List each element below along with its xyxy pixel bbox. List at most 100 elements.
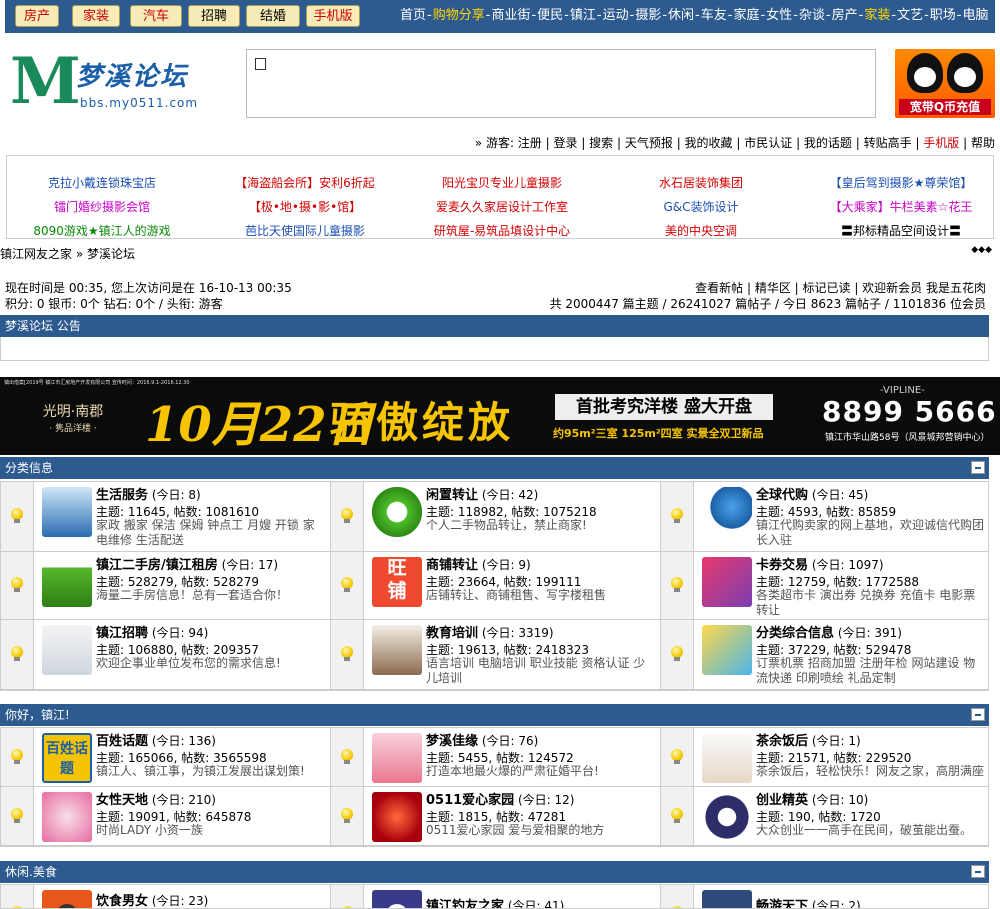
forum-name[interactable]: 畅游天下 (今日: 2) — [756, 895, 861, 908]
forum-title[interactable]: 教育培训 — [426, 626, 478, 641]
forum-name[interactable]: 生活服务 (今日: 8) — [96, 484, 201, 503]
nav-link[interactable]: 便民 — [537, 8, 563, 23]
top-button-wedding[interactable]: 结婚 — [246, 5, 300, 27]
nav-link[interactable]: 购物分享 — [433, 8, 485, 23]
nav-link[interactable]: 女性 — [766, 8, 792, 23]
nav-link[interactable]: 杂谈 — [799, 8, 825, 23]
ad-link[interactable]: 美的中央空调 — [603, 222, 799, 239]
forum-cell[interactable]: 生活服务 (今日: 8) 主题: 11645, 帖数: 1081610 家政 搬家 … — [34, 482, 330, 551]
forum-cell[interactable]: 女性天地 (今日: 210) 主题: 19091, 帖数: 645878 时尚LAD… — [34, 787, 330, 845]
user-link[interactable]: 注册 — [518, 136, 542, 150]
forum-cell[interactable]: 百姓话题 百姓话题 (今日: 136) 主题: 165066, 帖数: 356559… — [34, 728, 330, 786]
forum-cell[interactable]: 全球代购 (今日: 45) 主题: 4593, 帖数: 85859 镇江代购卖家的网… — [694, 482, 988, 551]
forum-cell[interactable]: 茶余饭后 (今日: 1) 主题: 21571, 帖数: 229520 茶余饭后，轻松… — [694, 728, 988, 786]
teacher-icon[interactable] — [372, 625, 422, 675]
info-box-icon[interactable] — [702, 625, 752, 675]
forum-name[interactable]: 闲置转让 (今日: 42) — [426, 484, 538, 503]
forum-cell[interactable]: 卡券交易 (今日: 1097) 主题: 12759, 帖数: 1772588 各类超… — [694, 552, 988, 619]
forum-name[interactable]: 教育培训 (今日: 3319) — [426, 622, 554, 641]
forum-name[interactable]: 镇江钓友之家 (今日: 41) — [426, 895, 564, 908]
nav-link[interactable]: 房产 — [832, 8, 858, 23]
forum-cell[interactable]: 饮食男女 (今日: 23) — [34, 885, 330, 908]
ad-link[interactable]: G&C装饰设计 — [603, 198, 799, 215]
nav-link[interactable]: 文艺 — [897, 8, 923, 23]
forum-name[interactable]: 镇江二手房/镇江租房 (今日: 17) — [96, 554, 278, 573]
ad-link[interactable]: 研筑屋-易筑品填设计中心 — [404, 222, 600, 239]
nav-link[interactable]: 休闲 — [668, 8, 694, 23]
forum-cell[interactable]: 镇江钓友之家 (今日: 41) — [364, 885, 660, 908]
top-button-car[interactable]: 汽车 — [130, 5, 182, 27]
ad-link[interactable]: 阳光宝贝专业儿童摄影 — [404, 174, 600, 191]
forum-title[interactable]: 梦溪佳缘 — [426, 734, 478, 749]
collapse-toggle-icon[interactable] — [971, 708, 985, 721]
forum-cell[interactable]: 教育培训 (今日: 3319) 主题: 19613, 帖数: 2418323 语言培… — [364, 620, 660, 689]
forum-name[interactable]: 全球代购 (今日: 45) — [756, 484, 868, 503]
site-logo[interactable]: M 梦溪论坛 bbs.my0511.com — [10, 50, 200, 118]
grass-house-icon[interactable] — [42, 557, 92, 607]
workers-icon[interactable] — [42, 487, 92, 537]
forum-cell[interactable]: 旺铺商铺转让 (今日: 9) 主题: 23664, 帖数: 199111 店铺转让、… — [364, 552, 660, 619]
forum-name[interactable]: 梦溪佳缘 (今日: 76) — [426, 730, 538, 749]
top-button-mobile[interactable]: 手机版 — [306, 5, 360, 27]
user-link[interactable]: 登录 — [553, 136, 577, 150]
forum-name[interactable]: 分类综合信息 (今日: 391) — [756, 622, 902, 641]
forum-title[interactable]: 百姓话题 — [96, 734, 148, 749]
nav-link[interactable]: 镇江 — [570, 8, 596, 23]
user-link[interactable]: 帮助 — [971, 136, 995, 150]
nav-link[interactable]: 家装 — [864, 8, 890, 23]
user-link[interactable]: 手机版 — [923, 136, 959, 150]
couple-icon[interactable] — [372, 733, 422, 783]
forum-title[interactable]: 畅游天下 — [756, 899, 808, 908]
forum-title[interactable]: 镇江招聘 — [96, 626, 148, 641]
forum-title[interactable]: 全球代购 — [756, 488, 808, 503]
ad-link[interactable]: 【皇后驾到摄影★尊荣馆】 — [803, 174, 999, 191]
nav-link[interactable]: 首页 — [400, 8, 426, 23]
ad-link[interactable]: 【极•地•摄•影•馆】 — [207, 198, 403, 215]
food-icon[interactable] — [42, 890, 92, 908]
talk-icon[interactable]: 百姓话题 — [42, 733, 92, 783]
shop-sign-icon[interactable]: 旺铺 — [372, 557, 422, 607]
nav-link[interactable]: 职场 — [930, 8, 956, 23]
nav-link[interactable]: 摄影 — [635, 8, 661, 23]
forum-cell[interactable]: 创业精英 (今日: 10) 主题: 190, 帖数: 1720 大众创业一一高手在民… — [694, 787, 988, 845]
user-link[interactable]: 市民认证 — [744, 136, 792, 150]
heart-icon[interactable] — [372, 792, 422, 842]
forum-title[interactable]: 饮食男女 — [96, 894, 148, 908]
coupon-icon[interactable] — [702, 557, 752, 607]
nav-link[interactable]: 车友 — [701, 8, 727, 23]
forum-name[interactable]: 百姓话题 (今日: 136) — [96, 730, 216, 749]
collapse-toggle-icon[interactable] — [971, 461, 985, 474]
user-link[interactable]: 转贴高手 — [864, 136, 912, 150]
forum-name[interactable]: 卡券交易 (今日: 1097) — [756, 554, 884, 573]
banner-ad[interactable]: 镇出借案[2019号 镇江市汇房地产开发有限公司 宣传时间：2016.9.1-2… — [0, 377, 1000, 455]
teacup-icon[interactable] — [702, 733, 752, 783]
forum-cell[interactable]: 闲置转让 (今日: 42) 主题: 118982, 帖数: 1075218 个人二手… — [364, 482, 660, 551]
user-link[interactable]: 我的收藏 — [685, 136, 733, 150]
forum-title[interactable]: 茶余饭后 — [756, 734, 808, 749]
forum-title[interactable]: 分类综合信息 — [756, 626, 834, 641]
quick-links[interactable]: 查看新帖 | 精华区 | 标记已读 | 欢迎新会员 我是五花肉 — [695, 279, 986, 296]
forum-name[interactable]: 饮食男女 (今日: 23) — [96, 890, 208, 908]
ad-link[interactable]: 爱麦久久家居设计工作室 — [404, 198, 600, 215]
qq-coin-ad[interactable]: 宽带Q币充值 — [895, 49, 995, 118]
collapse-arrows-icon[interactable]: ◆◆◆ — [971, 245, 992, 255]
fishing-icon[interactable] — [372, 890, 422, 908]
nav-link[interactable]: 电脑 — [963, 8, 989, 23]
breadcrumb[interactable]: 镇江网友之家 » 梦溪论坛 — [0, 245, 135, 262]
forum-cell[interactable]: 分类综合信息 (今日: 391) 主题: 37229, 帖数: 529478 订票机… — [694, 620, 988, 689]
ad-link[interactable]: 【大乘家】牛栏美素☆花王 — [803, 198, 999, 215]
forum-cell[interactable]: 畅游天下 (今日: 2) — [694, 885, 988, 908]
header-ad-box[interactable] — [246, 49, 876, 118]
forum-cell[interactable]: 0511爱心家园 (今日: 12) 主题: 1815, 帖数: 47281 0511… — [364, 787, 660, 845]
forum-title[interactable]: 商铺转让 — [426, 558, 478, 573]
forum-title[interactable]: 闲置转让 — [426, 488, 478, 503]
forum-name[interactable]: 创业精英 (今日: 10) — [756, 789, 868, 808]
ad-link[interactable]: 镭门婚纱摄影会馆 — [4, 198, 200, 215]
ad-link[interactable]: 〓邦标精品空间设计〓 — [803, 222, 999, 239]
ad-link[interactable]: 【海盗船会所】安利6折起 — [207, 174, 403, 191]
top-button-house[interactable]: 房产 — [15, 5, 59, 27]
forum-title[interactable]: 镇江二手房/镇江租房 — [96, 558, 218, 573]
forum-cell[interactable]: 镇江招聘 (今日: 94) 主题: 106880, 帖数: 209357 欢迎企事业… — [34, 620, 330, 689]
top-button-decor[interactable]: 家装 — [72, 5, 120, 27]
nav-link[interactable]: 商业街 — [491, 8, 530, 23]
